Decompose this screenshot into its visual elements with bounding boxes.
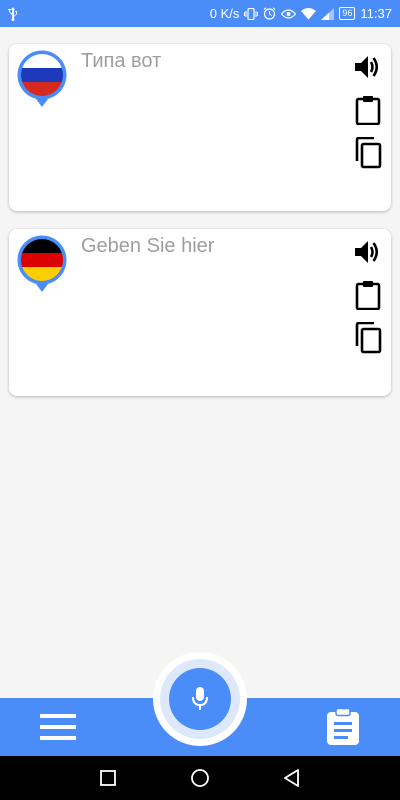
germany-flag-icon[interactable]	[16, 234, 68, 296]
battery-level: 96	[339, 7, 356, 20]
source-speaker-button[interactable]	[353, 52, 383, 82]
menu-button[interactable]	[40, 712, 76, 742]
source-paste-button[interactable]	[353, 95, 383, 125]
triangle-back-icon	[284, 769, 299, 787]
clipboard-list-icon	[327, 707, 359, 745]
clipboard-icon	[355, 281, 381, 310]
mic-button[interactable]	[169, 668, 231, 730]
target-copy-button[interactable]	[353, 322, 383, 354]
microphone-icon	[192, 687, 208, 710]
back-button[interactable]	[281, 767, 303, 789]
wifi-icon	[301, 7, 317, 20]
target-text[interactable]: Geben Sie hier	[81, 235, 214, 258]
target-card: Geben Sie hier	[9, 229, 391, 396]
speaker-icon	[355, 56, 379, 78]
network-speed: 0 K/s	[209, 6, 240, 21]
target-paste-button[interactable]	[353, 280, 383, 310]
home-button[interactable]	[189, 767, 211, 789]
copy-icon	[355, 322, 382, 354]
system-nav-bar	[0, 756, 400, 800]
target-speaker-button[interactable]	[353, 237, 383, 267]
source-text[interactable]: Типа вот	[81, 50, 161, 73]
history-button[interactable]	[324, 707, 362, 746]
mic-ring	[160, 659, 240, 739]
mic-fab-container	[153, 652, 247, 746]
signal-icon	[321, 7, 335, 20]
russia-flag-icon[interactable]	[16, 49, 68, 111]
status-bar: 0 K/s 96 11:37	[0, 0, 400, 27]
clock: 11:37	[360, 6, 392, 21]
source-copy-button[interactable]	[353, 137, 383, 169]
alarm-icon	[263, 7, 276, 20]
usb-icon	[8, 6, 18, 21]
source-card: Типа вот	[9, 44, 391, 211]
eye-icon	[281, 8, 297, 19]
hamburger-menu-icon	[40, 714, 76, 740]
clipboard-icon	[355, 96, 381, 125]
copy-icon	[355, 137, 382, 169]
vibrate-icon	[244, 7, 259, 20]
circle-icon	[191, 769, 209, 787]
square-icon	[100, 770, 116, 786]
recents-button[interactable]	[97, 767, 119, 789]
speaker-icon	[355, 241, 379, 263]
